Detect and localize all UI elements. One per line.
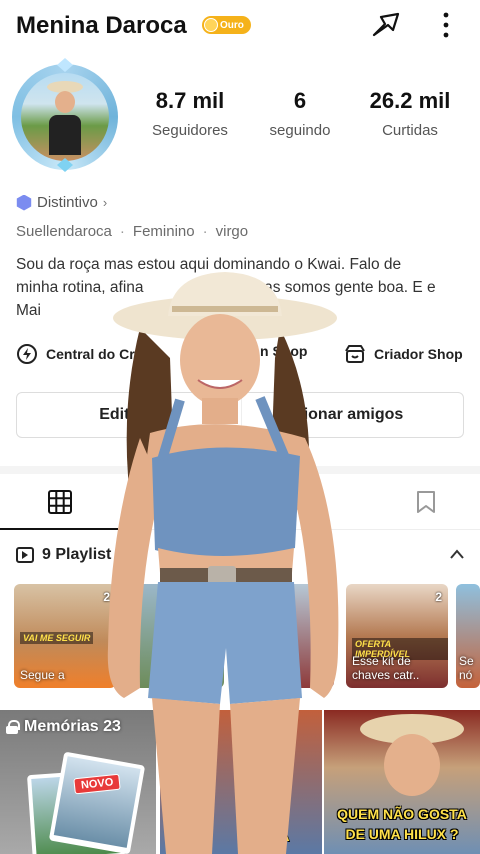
- followers-stat[interactable]: 8.7 mil Seguidores: [140, 88, 240, 139]
- shop-link[interactable]: n Shop: [260, 343, 307, 359]
- separator-dot: ·: [119, 223, 125, 240]
- playlist-title: 9 Playlist: [16, 546, 111, 564]
- distintivo-icon: [16, 194, 32, 211]
- bookmark-icon: [417, 491, 435, 513]
- playlist-card[interactable]: 2 OFERTA IMPERDÍVEL Esse kit de chaves c…: [346, 584, 448, 688]
- chevron-up-icon[interactable]: [449, 548, 465, 560]
- likes-label: Curtidas: [382, 122, 438, 139]
- heart-icon: [288, 491, 312, 513]
- creator-center-link[interactable]: Central do Cria: [16, 343, 146, 365]
- lock-icon: [6, 720, 20, 734]
- chevron-right-icon: ›: [102, 195, 108, 210]
- playlist-caption: Se nó: [459, 654, 474, 682]
- avatar-photo: [21, 73, 109, 161]
- grid-icon: [48, 490, 72, 514]
- following-stat[interactable]: 6 seguindo: [256, 88, 344, 139]
- share-icon[interactable]: [369, 8, 403, 42]
- video-card[interactable]: A: [160, 710, 322, 854]
- playlist-card[interactable]: Se nó: [456, 584, 480, 688]
- medal-icon: [204, 18, 218, 32]
- gender: Feminino: [132, 223, 195, 240]
- memories-title-label: Memórias 23: [24, 718, 121, 735]
- separator-dot: ·: [202, 223, 208, 240]
- section-divider: [0, 466, 480, 474]
- content-tabs: [0, 474, 480, 530]
- playlist-tag: VAI ME SEGUIR: [20, 632, 94, 644]
- profile-action-row: Editar p ionar amigos: [16, 392, 464, 438]
- likes-count: 26.2 mil: [369, 88, 451, 113]
- zodiac-sign: virgo: [215, 223, 249, 240]
- memories-title: Memórias 23: [6, 718, 121, 736]
- shop-label: n Shop: [260, 343, 308, 359]
- edit-profile-button[interactable]: Editar p: [17, 393, 241, 437]
- playlist-count: 2: [103, 590, 110, 604]
- active-tab-indicator: [0, 528, 118, 530]
- playlist-count: 2: [435, 590, 442, 604]
- tab-grid[interactable]: [0, 474, 120, 530]
- creator-shop-link[interactable]: Criador Shop: [344, 343, 463, 365]
- profile-links: Central do Cria n Shop Criador Shop: [16, 340, 476, 366]
- video-caption: A: [278, 828, 290, 845]
- tab-likes[interactable]: [240, 474, 360, 530]
- playlist-header[interactable]: 9 Playlist: [0, 540, 480, 572]
- avatar[interactable]: [12, 58, 120, 174]
- profile-bio: Sou da roça mas estou aqui dominando o K…: [16, 256, 453, 319]
- creator-shop-label: Criador Shop: [374, 346, 463, 362]
- playlist-card[interactable]: LED: [232, 584, 334, 688]
- more-options-icon[interactable]: [432, 10, 460, 40]
- memories-card[interactable]: Memórias 23 NOVO: [0, 710, 156, 854]
- tier-badge-label: Ouro: [220, 19, 244, 31]
- video-caption: QUEM NÃO GOSTA DE UMA HILUX ?: [337, 806, 467, 842]
- following-label: seguindo: [269, 122, 331, 139]
- shop-icon: [345, 345, 365, 363]
- tab-saved[interactable]: [366, 474, 480, 530]
- profile-name: Menina Daroca: [16, 12, 187, 39]
- username: Suellendaroca: [16, 223, 112, 240]
- distintivo-link[interactable]: Distintivo ›: [16, 194, 107, 211]
- playlist-title-label: 9 Playlist: [42, 546, 112, 563]
- creator-center-label: Central do Cria: [46, 346, 147, 362]
- bolt-circle-icon: [17, 344, 37, 364]
- profile-meta: Suellendaroca · Feminino · virgo: [16, 223, 248, 240]
- video-card[interactable]: QUEM NÃO GOSTA DE UMA HILUX ?: [324, 710, 480, 854]
- playlist-card[interactable]: 2 VAI ME SEGUIR Segue a: [14, 584, 116, 688]
- distintivo-label: Distintivo: [37, 194, 98, 211]
- playlist-caption: Segue a: [20, 668, 65, 682]
- add-friends-button[interactable]: ionar amigos: [241, 393, 465, 437]
- profile-header: Menina Daroca Ouro: [0, 0, 480, 56]
- followers-count: 8.7 mil: [155, 88, 225, 113]
- following-count: 6: [293, 88, 307, 113]
- playlist-card[interactable]: [122, 584, 224, 688]
- playlist-tag: LED: [238, 642, 262, 654]
- tier-badge[interactable]: Ouro: [202, 16, 251, 34]
- playlist-caption: Esse kit de chaves catr..: [352, 654, 420, 682]
- memory-photo: [48, 751, 146, 854]
- likes-stat[interactable]: 26.2 mil Curtidas: [356, 88, 464, 139]
- playlist-icon: [16, 547, 34, 563]
- followers-label: Seguidores: [152, 122, 228, 139]
